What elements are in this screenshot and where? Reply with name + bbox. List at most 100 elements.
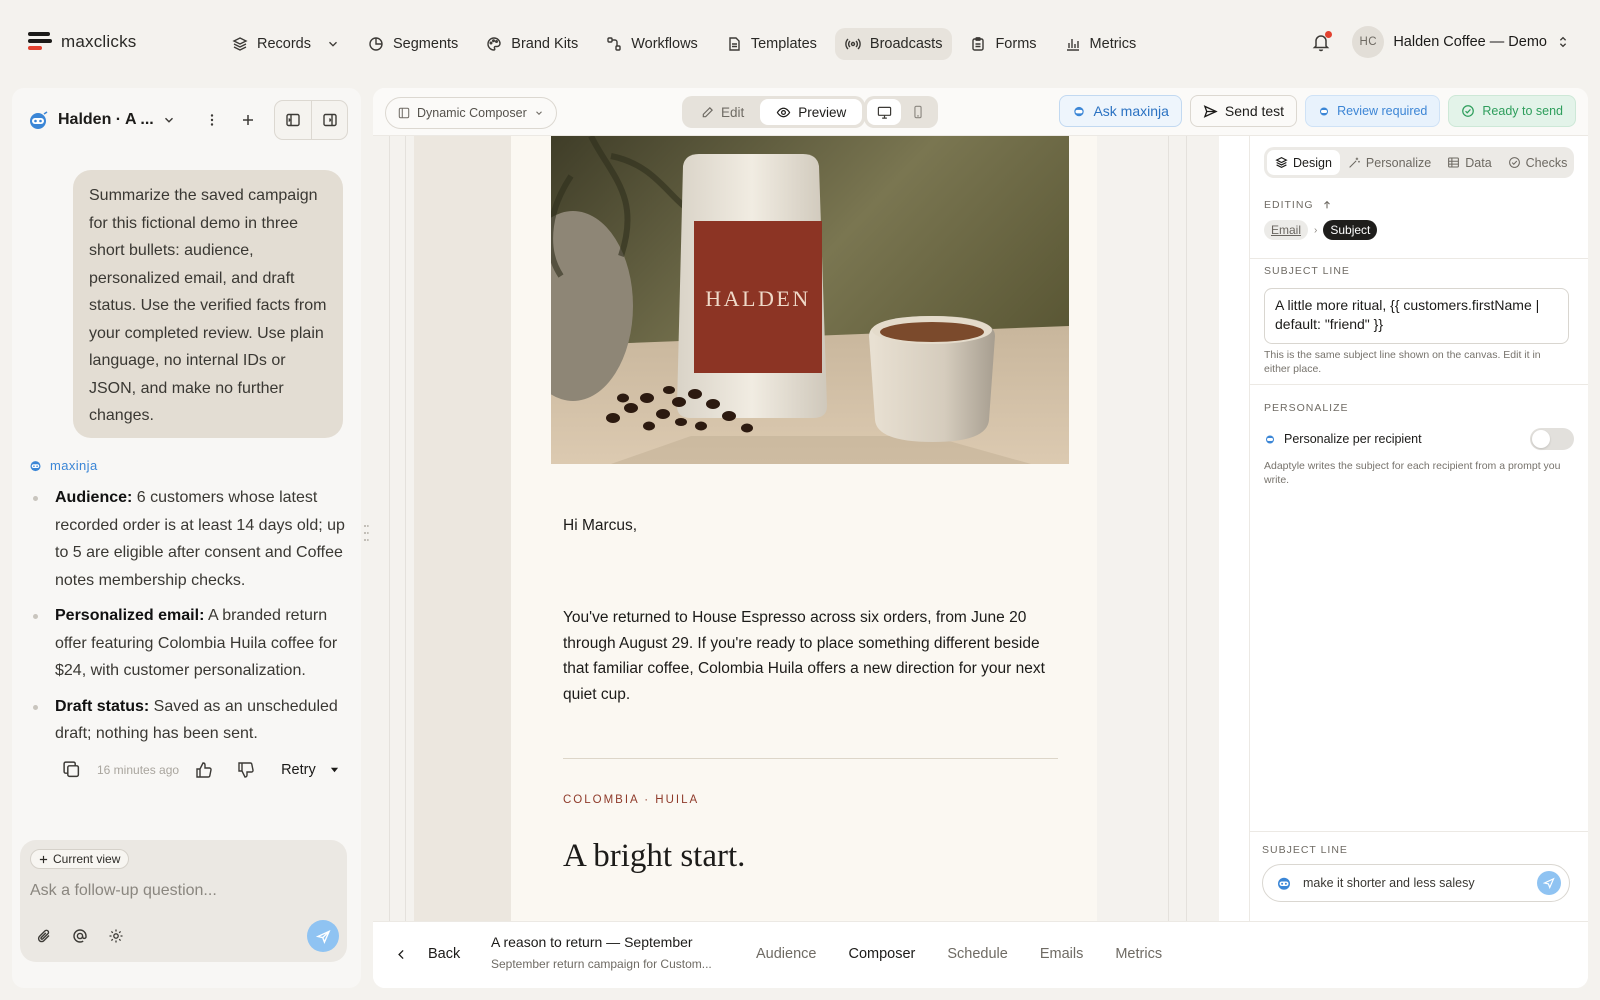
arrow-up-icon[interactable] <box>1322 200 1332 210</box>
back-button[interactable]: Back <box>395 946 460 962</box>
main-nav: Records Segments Brand Kits Workflows Te… <box>222 28 1146 60</box>
mention-button[interactable] <box>70 926 90 946</box>
account-switcher[interactable]: HC Halden Coffee — Demo <box>1352 26 1570 58</box>
nav-item-templates[interactable]: Templates <box>716 28 827 60</box>
step-composer[interactable]: Composer <box>848 946 915 962</box>
step-metrics[interactable]: Metrics <box>1115 946 1162 962</box>
clipboard-icon <box>972 37 985 51</box>
personalize-toggle[interactable] <box>1530 428 1574 450</box>
list-item: Audience: 6 customers whose latest recor… <box>32 484 352 594</box>
inspector-panel: Design Personalize Data Checks EDITING E… <box>1249 136 1588 921</box>
breadcrumb: Email › Subject <box>1264 220 1378 240</box>
ask-maxinja-button[interactable]: Ask maxinja <box>1059 95 1182 127</box>
preview-mode-button[interactable]: Preview <box>760 99 863 125</box>
personalize-help-text: Adaptyle writes the subject for each rec… <box>1264 460 1561 486</box>
nav-item-records[interactable]: Records <box>222 28 350 60</box>
thumbs-up-icon[interactable] <box>195 761 213 779</box>
tab-label: Data <box>1465 155 1492 170</box>
brand-logo[interactable]: maxclicks <box>28 32 136 52</box>
right-sidebar-toggle-button[interactable] <box>311 101 347 139</box>
nav-item-broadcasts[interactable]: Broadcasts <box>834 28 953 60</box>
email-body: HALDEN Hi Marcus, You've returned to Hou… <box>511 136 1097 921</box>
email-body-text[interactable]: You've returned to House Espresso across… <box>563 605 1058 707</box>
send-message-button[interactable] <box>307 920 339 952</box>
email-greeting[interactable]: Hi Marcus, <box>563 517 637 535</box>
account-name: Halden Coffee — Demo <box>1393 34 1547 50</box>
step-emails[interactable]: Emails <box>1040 946 1084 962</box>
more-options-button[interactable] <box>196 104 228 136</box>
canvas-guide <box>405 136 406 921</box>
subject-line-field[interactable]: A little more ritual, {{ customers.first… <box>1264 288 1569 344</box>
paperclip-icon <box>37 929 50 943</box>
tab-personalize[interactable]: Personalize <box>1340 150 1439 175</box>
composer-mode-select[interactable]: Dynamic Composer <box>385 97 557 129</box>
chat-title: Halden · A ... <box>58 111 154 128</box>
campaign-title: A reason to return — September <box>491 934 693 950</box>
breadcrumb-subject[interactable]: Subject <box>1323 220 1378 240</box>
step-audience[interactable]: Audience <box>756 946 816 962</box>
nav-item-workflows[interactable]: Workflows <box>596 28 708 60</box>
nav-item-brand-kits[interactable]: Brand Kits <box>476 28 588 60</box>
message-actions: 16 minutes ago Retry <box>62 760 339 779</box>
hero-image[interactable]: HALDEN <box>551 136 1069 464</box>
tab-design[interactable]: Design <box>1267 150 1340 175</box>
nav-item-metrics[interactable]: Metrics <box>1055 28 1147 60</box>
mobile-preview-button[interactable] <box>901 99 935 125</box>
tab-label: Personalize <box>1365 155 1432 170</box>
followup-input[interactable] <box>30 876 330 906</box>
bullet-label: Personalized email: <box>55 607 205 624</box>
edit-mode-button[interactable]: Edit <box>685 99 760 125</box>
send-test-label: Send test <box>1224 103 1285 119</box>
breadcrumb-email[interactable]: Email <box>1264 220 1309 240</box>
context-chip[interactable]: Current view <box>30 849 130 869</box>
chat-actions <box>196 100 348 140</box>
personalize-toggle-row: Personalize per recipient <box>1264 427 1574 451</box>
send-test-button[interactable]: Send test <box>1189 95 1298 127</box>
editing-label-text: EDITING <box>1264 199 1314 211</box>
retry-button[interactable]: Retry <box>281 762 339 778</box>
left-sidebar-toggle-button[interactable] <box>275 101 311 139</box>
review-required-button[interactable]: Review required <box>1305 95 1441 127</box>
new-chat-button[interactable] <box>232 104 264 136</box>
bullet-label: Audience: <box>55 489 133 506</box>
step-schedule[interactable]: Schedule <box>947 946 1007 962</box>
list-item: Personalized email: A branded return off… <box>32 602 352 685</box>
attach-button[interactable] <box>34 926 54 946</box>
device-preview-toggle <box>864 96 938 128</box>
desktop-preview-button[interactable] <box>867 99 901 125</box>
campaign-info: A reason to return — September September… <box>491 934 712 971</box>
settings-button[interactable] <box>106 926 126 946</box>
palette-icon <box>487 37 501 51</box>
subject-prompt-input[interactable] <box>1303 876 1527 890</box>
panel-resize-handle[interactable] <box>362 525 370 541</box>
user-message: Summarize the saved campaign for this fi… <box>73 170 343 438</box>
ready-to-send-button[interactable]: Ready to send <box>1448 95 1576 127</box>
product-kicker[interactable]: COLOMBIA · HUILA <box>563 794 699 806</box>
copy-icon[interactable] <box>62 760 81 779</box>
top-navigation: maxclicks Records Segments Brand Kits Wo… <box>0 0 1600 88</box>
gear-icon <box>109 929 123 943</box>
email-headline[interactable]: A bright start. <box>563 838 745 875</box>
layout-icon <box>398 107 410 119</box>
nav-item-forms[interactable]: Forms <box>960 28 1046 60</box>
tab-checks[interactable]: Checks <box>1500 150 1576 175</box>
nav-item-segments[interactable]: Segments <box>358 28 468 60</box>
broadcast-steps: Audience Composer Schedule Emails Metric… <box>756 946 1162 962</box>
inspector-prompt-section: SUBJECT LINE <box>1250 831 1588 921</box>
chat-thread-selector[interactable]: Halden · A ... <box>26 108 176 132</box>
thumbs-down-icon[interactable] <box>237 761 255 779</box>
prompt-send-button[interactable] <box>1537 871 1561 895</box>
editor-toolbar: Dynamic Composer Edit Preview Ask maxinj… <box>373 88 1588 136</box>
notification-bell[interactable] <box>1310 31 1333 53</box>
email-canvas: HALDEN Hi Marcus, You've returned to Hou… <box>373 136 1219 921</box>
section-divider <box>1250 258 1588 259</box>
pie-icon <box>369 37 383 51</box>
send-icon <box>1543 877 1555 889</box>
nav-item-label: Forms <box>995 36 1037 52</box>
assistant-chat-panel: Halden · A ... Summarize the saved campa… <box>12 88 361 988</box>
message-timestamp: 16 minutes ago <box>97 762 180 777</box>
maxinja-bot-icon <box>1320 107 1329 116</box>
assistant-response: Audience: 6 customers whose latest recor… <box>32 484 352 756</box>
at-sign-icon <box>73 929 87 943</box>
tab-data[interactable]: Data <box>1439 150 1499 175</box>
